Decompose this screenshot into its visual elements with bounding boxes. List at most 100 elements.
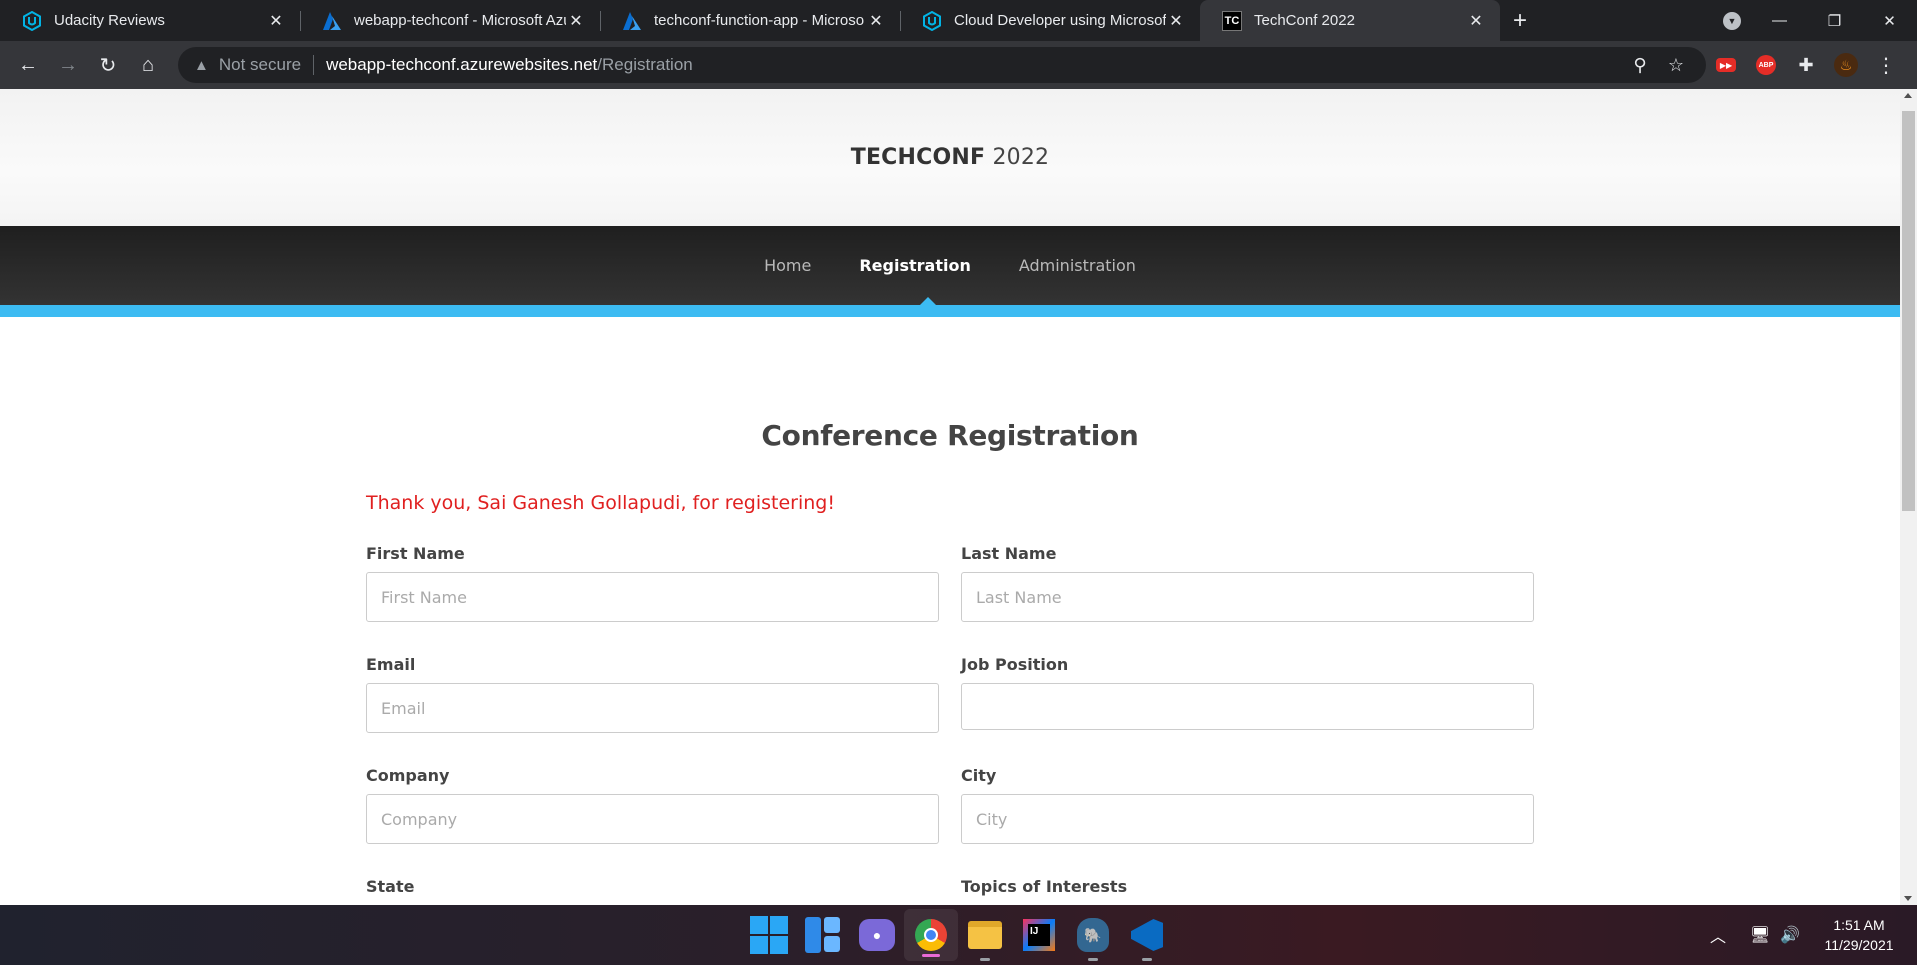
file-explorer-icon[interactable]: [958, 905, 1012, 965]
taskbar-clock[interactable]: 1:51 AM 11/29/2021: [1809, 915, 1909, 955]
techconf-icon: TC: [1222, 10, 1242, 31]
vscode-icon[interactable]: [1120, 905, 1174, 965]
bookmark-star-icon[interactable]: ☆: [1658, 47, 1694, 83]
windows-start-icon[interactable]: [742, 905, 796, 965]
scrollbar-thumb[interactable]: [1902, 111, 1915, 511]
job-position-label: Job Position: [961, 655, 1069, 674]
window-controls: ▼ ― ❐ ✕: [1712, 0, 1917, 41]
close-icon[interactable]: ✕: [266, 11, 286, 31]
new-tab-button[interactable]: +: [1500, 0, 1540, 41]
address-bar[interactable]: ▲ Not secure webapp-techconf.azurewebsit…: [178, 47, 1706, 83]
teams-chat-icon[interactable]: ●: [850, 905, 904, 965]
active-nav-indicator: [920, 297, 936, 305]
browser-toolbar: ← → ↻ ⌂ ▲ Not secure webapp-techconf.azu…: [0, 41, 1917, 89]
nav-accent-bar: [0, 305, 1900, 317]
browser-tab[interactable]: techconf-function-app - Microso ✕: [600, 0, 900, 41]
topics-label: Topics of Interests: [961, 877, 1128, 896]
network-icon[interactable]: 🖥: [1745, 905, 1775, 965]
city-group: City: [961, 766, 1534, 877]
city-label: City: [961, 766, 997, 785]
browser-tab-active[interactable]: TC TechConf 2022 ✕: [1200, 0, 1500, 41]
restore-button[interactable]: ❐: [1807, 0, 1862, 41]
volume-icon[interactable]: 🔊: [1775, 905, 1805, 965]
azure-icon: [322, 11, 342, 31]
tab-title: techconf-function-app - Microso: [654, 12, 865, 29]
clock-time: 1:51 AM: [1833, 917, 1885, 933]
tab-search-button[interactable]: ▼: [1712, 0, 1752, 41]
site-logo[interactable]: TECHCONF 2022: [851, 145, 1049, 170]
tab-title: Cloud Developer using Microsoft: [954, 12, 1166, 29]
reload-icon[interactable]: ↻: [88, 45, 128, 85]
intellij-icon[interactable]: IJ: [1012, 905, 1066, 965]
email-input[interactable]: [366, 683, 939, 733]
browser-menu-icon[interactable]: ⋮: [1866, 45, 1906, 85]
chevron-down-icon: ▼: [1723, 11, 1741, 30]
company-label: Company: [366, 766, 450, 785]
job-position-input[interactable]: [961, 683, 1534, 730]
site-header: TECHCONF 2022: [0, 89, 1900, 226]
security-label[interactable]: Not secure: [219, 55, 301, 75]
nav-home[interactable]: Home: [740, 256, 835, 275]
logo-year: 2022: [992, 145, 1050, 170]
page-viewport: TECHCONF 2022 Home Registration Administ…: [0, 89, 1900, 905]
divider: [313, 55, 315, 75]
main-nav: Home Registration Administration: [0, 226, 1900, 305]
last-name-input[interactable]: [961, 572, 1534, 622]
forward-arrow-icon[interactable]: →: [48, 45, 88, 85]
browser-tab[interactable]: webapp-techconf - Microsoft Azu ✕: [300, 0, 600, 41]
udacity-icon: [22, 10, 42, 31]
clock-date: 11/29/2021: [1824, 937, 1894, 953]
profile-avatar[interactable]: ♨: [1826, 45, 1866, 85]
chrome-icon[interactable]: [904, 909, 958, 961]
extensions-puzzle-icon[interactable]: ✚: [1786, 45, 1826, 85]
scroll-down-arrow-icon[interactable]: [1904, 896, 1912, 901]
nav-administration[interactable]: Administration: [995, 256, 1160, 275]
chevron-up-icon[interactable]: ︿: [1703, 905, 1733, 965]
registration-form: First Name Last Name Email Job Position …: [366, 544, 1534, 905]
warning-icon: ▲: [194, 56, 209, 74]
youtube-extension-icon[interactable]: ▶▶: [1706, 45, 1746, 85]
logo-brand: TECHCONF: [850, 145, 986, 170]
tab-title: webapp-techconf - Microsoft Azu: [354, 12, 566, 29]
udacity-icon: [922, 10, 942, 31]
tab-title: TechConf 2022: [1254, 12, 1355, 29]
scroll-up-arrow-icon[interactable]: [1904, 93, 1912, 98]
close-window-button[interactable]: ✕: [1862, 0, 1917, 41]
tab-title: Udacity Reviews: [54, 12, 165, 29]
close-icon[interactable]: ✕: [866, 11, 886, 31]
success-message: Thank you, Sai Ganesh Gollapudi, for reg…: [366, 492, 835, 514]
close-icon[interactable]: ✕: [1466, 11, 1486, 31]
email-label: Email: [366, 655, 416, 674]
state-label: State: [366, 877, 415, 896]
widgets-icon[interactable]: [796, 905, 850, 965]
home-icon[interactable]: ⌂: [128, 45, 168, 85]
close-icon[interactable]: ✕: [566, 11, 586, 31]
nav-registration[interactable]: Registration: [835, 256, 994, 275]
adblock-plus-icon[interactable]: ABP: [1746, 45, 1786, 85]
company-group: Company: [366, 766, 939, 877]
last-name-label: Last Name: [961, 544, 1057, 563]
windows-taskbar: ● IJ 🐘 ︿ 🖥 🔊 1:51 AM 11/29/2021: [0, 905, 1917, 965]
first-name-group: First Name: [366, 544, 939, 655]
browser-tab-strip: Udacity Reviews ✕ webapp-techconf - Micr…: [0, 0, 1917, 41]
taskbar-apps: ● IJ 🐘: [742, 905, 1174, 965]
close-icon[interactable]: ✕: [1166, 11, 1186, 31]
company-input[interactable]: [366, 794, 939, 844]
pgadmin-icon[interactable]: 🐘: [1066, 905, 1120, 965]
browser-tab[interactable]: Udacity Reviews ✕: [0, 0, 300, 41]
city-input[interactable]: [961, 794, 1534, 844]
zoom-icon[interactable]: ⚲: [1622, 47, 1658, 83]
system-tray: ︿ 🖥 🔊 1:51 AM 11/29/2021: [1703, 905, 1917, 965]
last-name-group: Last Name: [961, 544, 1534, 655]
registration-content: Conference Registration Thank you, Sai G…: [366, 317, 1534, 905]
minimize-button[interactable]: ―: [1752, 0, 1807, 41]
azure-icon: [622, 11, 642, 31]
page-scrollbar[interactable]: [1900, 89, 1917, 905]
first-name-label: First Name: [366, 544, 465, 563]
first-name-input[interactable]: [366, 572, 939, 622]
topics-group: Topics of Interests: [961, 877, 1534, 905]
page-title: Conference Registration: [761, 419, 1139, 452]
back-arrow-icon[interactable]: ←: [8, 45, 48, 85]
browser-tab[interactable]: Cloud Developer using Microsoft ✕: [900, 0, 1200, 41]
url-host: webapp-techconf.azurewebsites.net: [326, 55, 598, 74]
